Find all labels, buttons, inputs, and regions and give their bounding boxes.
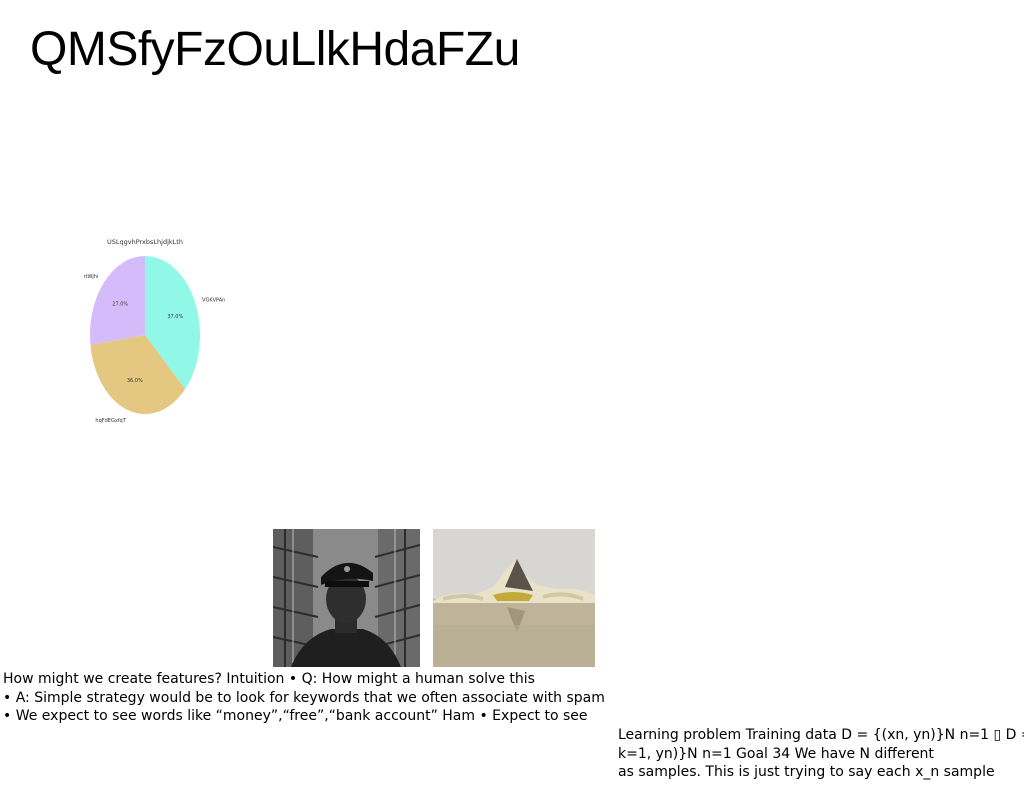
page-title: QMSfyFzOuLlkHdaFZu — [30, 23, 520, 76]
pie-category-label: hqFdEGxfqT — [95, 418, 126, 424]
pie-slice-rtWjhi — [90, 256, 145, 345]
pie-pct-label: 27.0% — [112, 302, 128, 308]
pie-chart: USLqgvhPrxbsLhjdjkLth 37.0% VGKVPAn 36.0% h… — [83, 238, 225, 424]
text-line: • A: Simple strategy would be to look fo… — [3, 689, 605, 706]
photo-uniformed-man — [273, 529, 420, 667]
pie-pct-label: 37.0% — [167, 314, 183, 320]
photo-rocky-islet — [433, 529, 595, 667]
text-block-features: How might we create features? Intuition … — [3, 670, 605, 726]
pie-category-label: VGKVPAn — [202, 298, 225, 304]
chart-title: USLqgvhPrxbsLhjdjkLth — [107, 238, 183, 246]
text-line: How might we create features? Intuition … — [3, 671, 535, 687]
text-block-learning-problem: Learning problem Training data D = {(xn,… — [618, 726, 1024, 782]
text-line: as samples. This is just trying to say e… — [618, 764, 995, 780]
text-line: Learning problem Training data D = {(xn,… — [618, 727, 1024, 743]
pie-slices — [90, 256, 200, 414]
text-line: k=1, yn)}N n=1 Goal 34 We have N differe… — [618, 745, 934, 762]
pie-pct-label: 36.0% — [127, 378, 143, 384]
pie-category-label: rtWjhi — [83, 274, 98, 280]
text-line: • We expect to see words like “money”,“f… — [3, 708, 588, 724]
